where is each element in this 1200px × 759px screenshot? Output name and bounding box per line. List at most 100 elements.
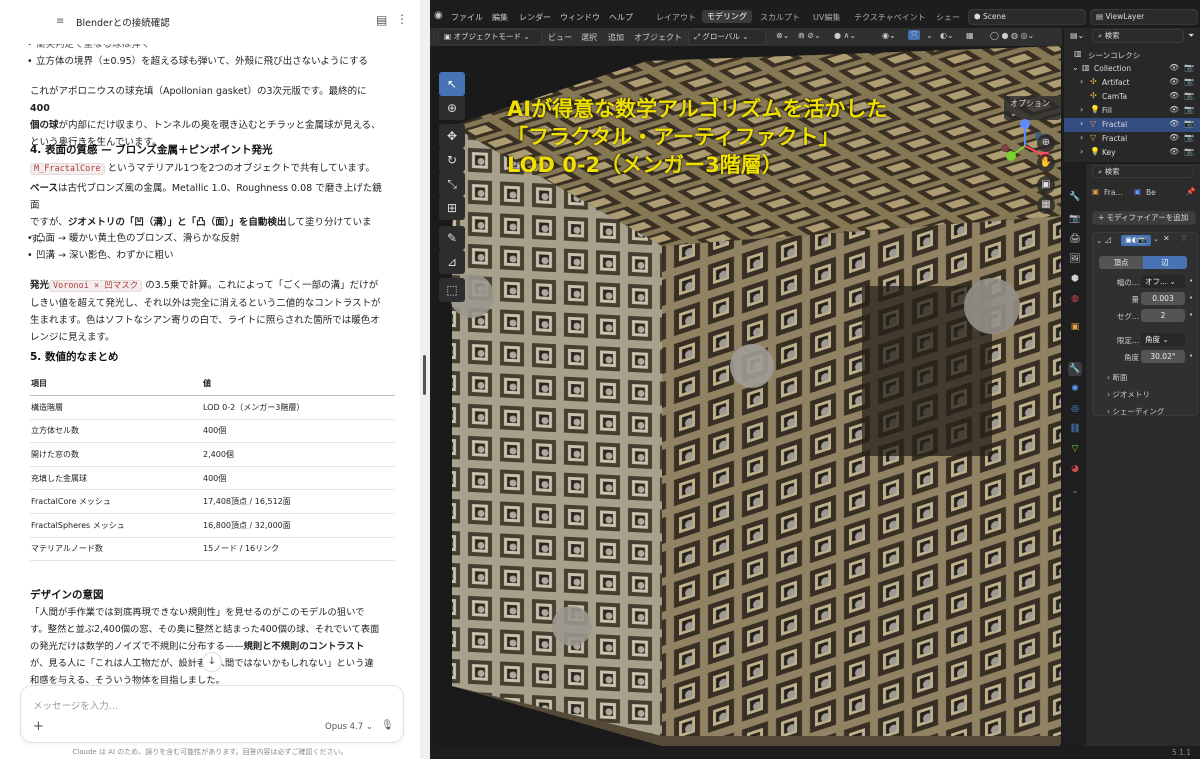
filter-icon[interactable]: ⏷ bbox=[1188, 31, 1194, 41]
model-selector[interactable]: Opus 4.7 ⌄ bbox=[325, 722, 373, 732]
keyframe-dot-icon[interactable]: • bbox=[1189, 311, 1193, 319]
outliner-scene-collection[interactable]: ▥ シーンコレクシ bbox=[1064, 48, 1200, 62]
workspace-tab-shading[interactable]: シェー bbox=[936, 12, 960, 23]
blender-logo-icon[interactable]: ◉ bbox=[434, 10, 443, 21]
add-modifier-button[interactable]: + モディファイアーを追加 bbox=[1092, 211, 1196, 225]
perspective-grid-icon[interactable]: ▦ bbox=[1037, 196, 1055, 214]
chevron-down-icon[interactable]: ⌄ bbox=[1072, 63, 1079, 72]
material-tab-icon[interactable]: ◕ bbox=[1068, 462, 1082, 476]
limit-method-dropdown[interactable]: 角度 ⌄ bbox=[1141, 333, 1185, 346]
visibility-eye-icon[interactable]: 👁 bbox=[1169, 91, 1179, 100]
workspace-tab-modeling[interactable]: モデリング bbox=[702, 10, 752, 23]
microphone-icon[interactable]: 🎙 bbox=[381, 720, 394, 731]
menu-view[interactable]: ビュー bbox=[548, 32, 572, 43]
view-layer-tab-icon[interactable]: 🖼 bbox=[1068, 252, 1082, 266]
3d-viewport[interactable]: AIが得意な数学アルゴリズムを活かした 「フラクタル・アーティファクト」 LOD… bbox=[432, 46, 1061, 746]
chevron-right-icon[interactable]: › bbox=[1080, 147, 1083, 156]
more-icon[interactable]: ⋮ bbox=[396, 12, 408, 26]
outliner-item-fractal-spheres[interactable]: › ▽ Fractal 👁 📷 bbox=[1064, 132, 1200, 146]
visibility-eye-icon[interactable]: 👁 bbox=[1169, 105, 1179, 114]
scroll-down-button[interactable]: ↓ bbox=[202, 652, 222, 672]
output-tab-icon[interactable]: 🖨 bbox=[1068, 232, 1082, 246]
render-camera-icon[interactable]: 📷 bbox=[1184, 105, 1194, 114]
proportional-edit-icon[interactable]: ● ∧⌄ bbox=[834, 31, 856, 40]
split-divider[interactable] bbox=[420, 0, 430, 759]
chevron-down-icon[interactable]: ⌄ bbox=[1068, 484, 1082, 498]
visibility-eye-icon[interactable]: 👁 bbox=[1169, 119, 1179, 128]
width-type-dropdown[interactable]: オフ... ⌄ bbox=[1141, 275, 1185, 288]
mode-selector[interactable]: ▣ オブジェクトモード ⌄ bbox=[438, 29, 542, 45]
menu-file[interactable]: ファイル bbox=[451, 12, 483, 23]
render-camera-icon[interactable]: 📷 bbox=[1184, 91, 1194, 100]
add-attachment-icon[interactable]: + bbox=[33, 719, 44, 734]
modifier-toggles[interactable]: ▣◐📷 bbox=[1121, 235, 1151, 246]
menu-edit[interactable]: 編集 bbox=[492, 12, 508, 23]
scene-tab-icon[interactable]: ⬢ bbox=[1068, 272, 1082, 286]
menu-add[interactable]: 追加 bbox=[608, 32, 624, 43]
move-tool-icon[interactable]: ✥ bbox=[439, 124, 465, 148]
scale-tool-icon[interactable]: ⤡ bbox=[439, 172, 465, 196]
menu-help[interactable]: ヘルプ bbox=[609, 12, 633, 23]
camera-view-icon[interactable]: ▣ bbox=[1037, 176, 1055, 194]
outliner-display-icon[interactable]: ▤⌄ bbox=[1070, 31, 1084, 40]
outliner-item-camta[interactable]: ✣ CamTa 👁 📷 bbox=[1064, 90, 1200, 104]
angle-field[interactable]: 30.02° bbox=[1141, 350, 1185, 363]
tab-edges[interactable]: 辺 bbox=[1143, 256, 1187, 269]
workspace-tab-sculpt[interactable]: スカルプト bbox=[760, 12, 800, 23]
visibility-eye-icon[interactable]: 👁 bbox=[1169, 147, 1179, 156]
scene-selector[interactable]: ⬢ Scene bbox=[968, 9, 1086, 25]
pivot-icon[interactable]: ⊗⌄ bbox=[776, 31, 789, 40]
particles-tab-icon[interactable]: ✺ bbox=[1068, 382, 1082, 396]
tool-tab-icon[interactable]: 🔧 bbox=[1068, 190, 1082, 204]
outliner-item-artifact[interactable]: › ✣ Artifact 👁 📷 bbox=[1064, 76, 1200, 90]
menu-select[interactable]: 選択 bbox=[581, 32, 597, 43]
object-tab-icon[interactable]: ▣ bbox=[1068, 320, 1082, 334]
gizmo-dropdown-icon[interactable]: ⌄ bbox=[926, 31, 933, 40]
drag-handle[interactable] bbox=[423, 355, 426, 395]
outliner-item-key[interactable]: › 💡 Key 👁 📷 bbox=[1064, 146, 1200, 160]
render-camera-icon[interactable]: 📷 bbox=[1184, 77, 1194, 86]
modifier-tab-icon[interactable]: 🔧 bbox=[1068, 362, 1082, 376]
chevron-right-icon[interactable]: › bbox=[1080, 105, 1083, 114]
segments-field[interactable]: 2 bbox=[1141, 309, 1185, 322]
rotate-tool-icon[interactable]: ↻ bbox=[439, 148, 465, 172]
render-camera-icon[interactable]: 📷 bbox=[1184, 133, 1194, 142]
outliner-search[interactable]: ⌕ 検索 bbox=[1092, 29, 1184, 43]
message-composer[interactable]: メッセージを入力... + Opus 4.7 ⌄ 🎙 bbox=[20, 685, 404, 743]
chevron-right-icon[interactable]: › bbox=[1080, 119, 1083, 128]
visibility-eye-icon[interactable]: 👁 bbox=[1169, 133, 1179, 142]
workspace-tab-texture-paint[interactable]: テクスチャペイント bbox=[854, 12, 926, 23]
options-dropdown[interactable]: オプション ⌄ bbox=[1004, 96, 1061, 120]
properties-search[interactable]: ⌕ 検索 bbox=[1092, 165, 1194, 178]
measure-tool-icon[interactable]: ⊿ bbox=[439, 250, 465, 274]
chevron-down-icon[interactable]: ⌄ bbox=[1096, 236, 1102, 245]
overlay-icon[interactable]: ◐⌄ bbox=[940, 31, 954, 40]
physics-tab-icon[interactable]: ◎ bbox=[1068, 402, 1082, 416]
render-camera-icon[interactable]: 📷 bbox=[1184, 119, 1194, 128]
menu-window[interactable]: ウィンドウ bbox=[560, 12, 600, 23]
close-icon[interactable]: ✕ bbox=[1163, 234, 1170, 243]
annotate-tool-icon[interactable]: ✎ bbox=[439, 226, 465, 250]
panel-shading[interactable]: › シェーディング bbox=[1107, 406, 1164, 417]
render-tab-icon[interactable]: 📷 bbox=[1068, 212, 1082, 226]
workspace-tab-uv[interactable]: UV編集 bbox=[813, 12, 840, 23]
outliner-item-fractal-core[interactable]: › ▽ Fractal 👁 📷 bbox=[1064, 118, 1200, 132]
workspace-tab-layout[interactable]: レイアウト bbox=[656, 12, 696, 23]
render-camera-icon[interactable]: 📷 bbox=[1184, 63, 1194, 72]
tab-vertices[interactable]: 頂点 bbox=[1099, 256, 1143, 269]
world-tab-icon[interactable]: ◍ bbox=[1068, 292, 1082, 306]
transform-tool-icon[interactable]: ⊞ bbox=[439, 196, 465, 220]
panel-profile[interactable]: › 断面 bbox=[1107, 372, 1127, 383]
menu-render[interactable]: レンダー bbox=[519, 12, 551, 23]
select-tool-icon[interactable]: ↖ bbox=[439, 72, 465, 96]
keyframe-dot-icon[interactable]: • bbox=[1189, 352, 1193, 360]
visibility-eye-icon[interactable]: 👁 bbox=[1169, 63, 1179, 72]
view-layer-selector[interactable]: ▤ ViewLayer bbox=[1090, 9, 1198, 25]
constraints-tab-icon[interactable]: ⛓ bbox=[1068, 422, 1082, 436]
gizmo-toggle-icon[interactable]: ⤧ bbox=[908, 30, 921, 40]
data-tab-icon[interactable]: ▽ bbox=[1068, 442, 1082, 456]
keyframe-dot-icon[interactable]: • bbox=[1189, 294, 1193, 302]
chevron-down-icon[interactable]: ⌄ bbox=[163, 15, 171, 25]
drag-handle-icon[interactable]: ⠿ bbox=[1181, 234, 1187, 243]
conversation-title[interactable]: Blenderとの接続確認 bbox=[76, 15, 170, 29]
